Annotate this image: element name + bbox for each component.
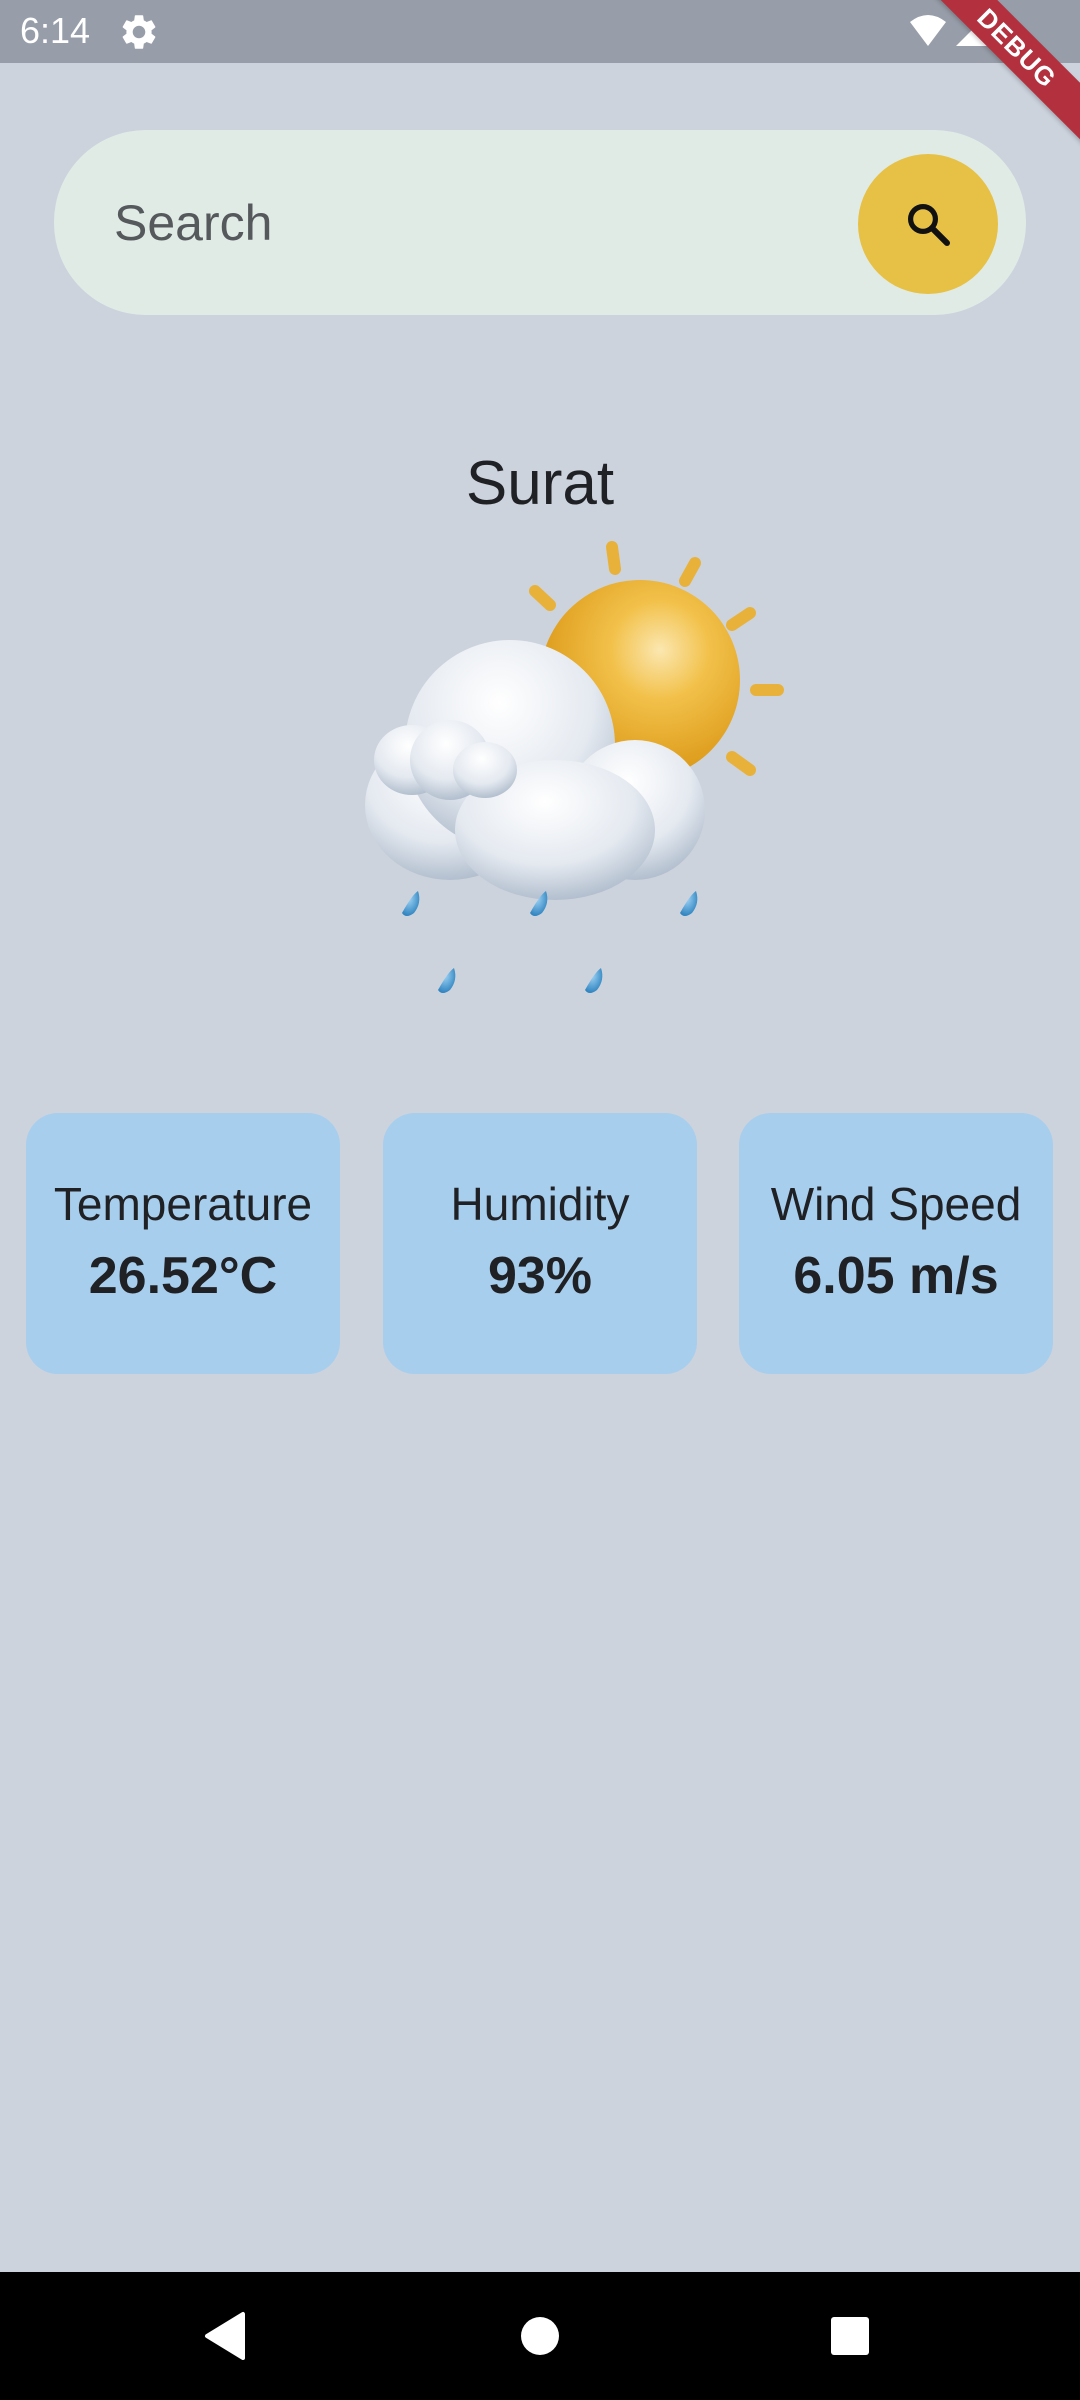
temperature-card: Temperature 26.52°C (26, 1113, 340, 1374)
humidity-card: Humidity 93% (383, 1113, 697, 1374)
temperature-label: Temperature (53, 1178, 313, 1230)
status-bar: 6:14 (0, 0, 1080, 63)
rain-drops (402, 891, 698, 993)
search-icon (908, 204, 950, 246)
recents-icon[interactable] (790, 2272, 910, 2400)
back-icon[interactable] (165, 2272, 285, 2400)
city-name: Surat (465, 449, 615, 518)
search-input[interactable] (112, 182, 876, 264)
search-button[interactable] (858, 154, 998, 294)
wind-speed-label: Wind Speed (770, 1178, 1022, 1230)
navigation-bar (0, 2272, 1080, 2400)
wind-speed-value: 6.05 m/s (793, 1247, 999, 1305)
wifi-icon (910, 15, 946, 46)
sun-behind-rain-cloud-icon (365, 541, 784, 993)
home-icon[interactable] (480, 2272, 600, 2400)
status-time: 6:14 (20, 10, 91, 51)
humidity-value: 93% (487, 1247, 593, 1305)
wind-speed-card: Wind Speed 6.05 m/s (739, 1113, 1053, 1374)
gear-icon (122, 15, 156, 49)
temperature-value: 26.52°C (88, 1247, 278, 1305)
search-bar (54, 130, 1026, 315)
humidity-label: Humidity (450, 1178, 630, 1230)
